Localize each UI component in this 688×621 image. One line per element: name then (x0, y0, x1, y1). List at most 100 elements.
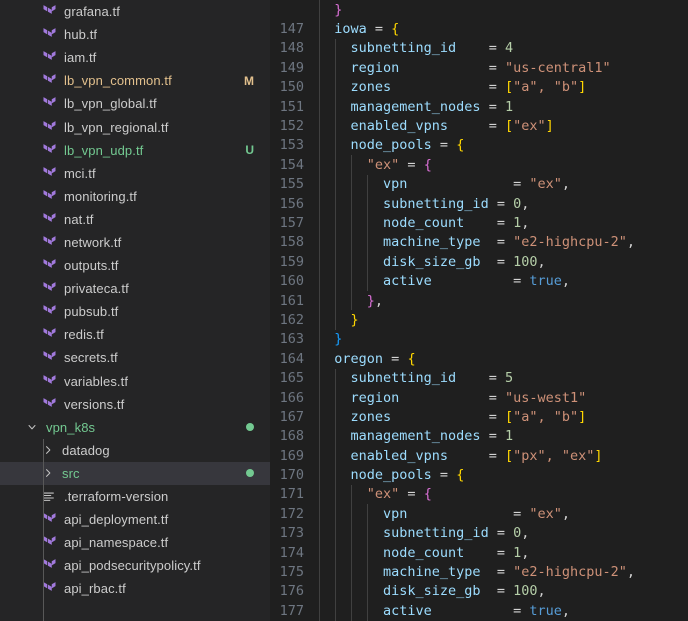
code-line[interactable]: 169 enabled_vpns = ["px", "ex"] (270, 446, 688, 465)
file-tree-item[interactable]: privateca.tf (0, 277, 270, 300)
file-tree-item[interactable]: lb_vpn_global.tf (0, 92, 270, 115)
code-line[interactable]: 173 subnetting_id = 0, (270, 524, 688, 543)
file-tree-item[interactable]: mci.tf (0, 162, 270, 185)
file-tree-item[interactable]: versions.tf (0, 393, 270, 416)
code-line[interactable]: 148 subnetting_id = 4 (270, 39, 688, 58)
code-line-text: } (318, 2, 688, 18)
folder-tree-item[interactable]: src (0, 461, 270, 485)
code-line[interactable]: 160 active = true, (270, 271, 688, 290)
code-line[interactable]: 163 } (270, 330, 688, 349)
code-line[interactable]: 174 node_count = 1, (270, 543, 688, 562)
folder-tree-item[interactable]: datadog (0, 439, 270, 462)
code-line[interactable]: 147 iowa = { (270, 19, 688, 38)
file-tree-item[interactable]: secrets.tf (0, 346, 270, 369)
line-number: 170 (279, 467, 304, 484)
file-tree-item[interactable]: iam.tf (0, 46, 270, 69)
code-token: = (399, 59, 505, 76)
code-line[interactable]: 151 management_nodes = 1 (270, 97, 688, 116)
code-line-text: node_pools = { (318, 467, 688, 483)
code-line[interactable]: } (270, 0, 688, 19)
code-content[interactable]: } 147 iowa = {148 subnetting_id = 4 149 re… (270, 0, 688, 621)
code-token: "e2-highcpu-2" (513, 564, 627, 581)
code-line[interactable]: 150 zones = ["a", "b"] (270, 78, 688, 97)
code-line[interactable]: 177 active = true, (270, 601, 688, 620)
code-line[interactable]: 154 "ex" = { (270, 155, 688, 174)
code-line[interactable]: 172 vpn = "ex", (270, 504, 688, 523)
code-token: "ex" (366, 486, 400, 503)
code-line[interactable]: 170 node_pools = { (270, 465, 688, 484)
code-token: "ex" (513, 118, 546, 135)
file-explorer-sidebar[interactable]: grafana.tf hub.tf iam.tf lb_vpn_common.tf Ml… (0, 0, 270, 621)
code-token: region (350, 59, 400, 76)
line-number: 149 (279, 59, 304, 76)
code-line[interactable]: 157 node_count = 1, (270, 213, 688, 232)
code-token: = (480, 564, 514, 581)
code-line-text: machine_type = "e2-highcpu-2", (318, 234, 688, 250)
code-token: = (399, 486, 424, 503)
code-line[interactable]: 152 enabled_vpns = ["ex"] (270, 116, 688, 135)
code-token: 100 (513, 583, 538, 600)
code-line[interactable]: 166 region = "us-west1" (270, 388, 688, 407)
file-tree-item[interactable]: api_namespace.tf (0, 531, 270, 554)
terraform-icon (40, 396, 58, 412)
file-tree-item[interactable]: network.tf (0, 231, 270, 254)
code-line[interactable]: 158 machine_type = "e2-highcpu-2", (270, 233, 688, 252)
code-line-text: disk_size_gb = 100, (318, 583, 688, 599)
code-line[interactable]: 155 vpn = "ex", (270, 175, 688, 194)
code-token: , (537, 583, 546, 600)
code-token: = (407, 176, 530, 193)
code-line[interactable]: 162 } (270, 310, 688, 329)
code-line[interactable]: 159 disk_size_gb = 100, (270, 252, 688, 271)
file-tree-item[interactable]: nat.tf (0, 208, 270, 231)
file-tree-item[interactable]: api_deployment.tf (0, 508, 270, 531)
code-line[interactable]: 161 }, (270, 291, 688, 310)
file-tree-item[interactable]: api_podsecuritypolicy.tf (0, 554, 270, 577)
code-token: = (407, 505, 530, 522)
file-tree-item-label: api_deployment.tf (64, 512, 169, 528)
file-tree-item[interactable]: grafana.tf (0, 0, 270, 23)
file-tree-item[interactable]: redis.tf (0, 323, 270, 346)
file-tree-item[interactable]: api_rbac.tf (0, 577, 270, 600)
code-line-text: zones = ["a", "b"] (318, 79, 688, 95)
code-line[interactable]: 171 "ex" = { (270, 485, 688, 504)
file-tree-item[interactable]: variables.tf (0, 370, 270, 393)
code-token: = (488, 525, 514, 542)
code-line-text: subnetting_id = 0, (318, 525, 688, 541)
code-line[interactable]: 176 disk_size_gb = 100, (270, 582, 688, 601)
code-line[interactable]: 164 oregon = { (270, 349, 688, 368)
file-tree-item[interactable]: hub.tf (0, 23, 270, 46)
line-number: 156 (279, 195, 304, 212)
folder-tree-item[interactable]: vpn_k8s (0, 416, 270, 439)
code-line[interactable]: 153 node_pools = { (270, 136, 688, 155)
code-editor[interactable]: } 147 iowa = {148 subnetting_id = 4 149 re… (270, 0, 688, 621)
file-tree-item[interactable]: lb_vpn_udp.tf U (0, 139, 270, 162)
code-token: management_nodes (350, 428, 481, 445)
code-line[interactable]: 149 region = "us-central1" (270, 58, 688, 77)
terraform-icon (40, 27, 58, 43)
terraform-icon (40, 327, 58, 343)
file-tree-item[interactable]: pubsub.tf (0, 300, 270, 323)
code-line[interactable]: 156 subnetting_id = 0, (270, 194, 688, 213)
file-tree-item[interactable]: monitoring.tf (0, 185, 270, 208)
code-line[interactable]: 167 zones = ["a", "b"] (270, 407, 688, 426)
code-line[interactable]: 165 subnetting_id = 5 (270, 368, 688, 387)
file-tree-item[interactable]: lb_vpn_regional.tf (0, 115, 270, 138)
code-line-text: region = "us-west1" (318, 390, 688, 406)
code-line[interactable]: 168 management_nodes = 1 (270, 427, 688, 446)
file-tree-item[interactable]: lb_vpn_common.tf M (0, 69, 270, 92)
chevron-down-icon[interactable] (24, 421, 40, 433)
file-tree-item[interactable]: outputs.tf (0, 254, 270, 277)
code-line[interactable]: 175 machine_type = "e2-highcpu-2", (270, 562, 688, 581)
file-tree-item[interactable]: .terraform-version (0, 485, 270, 508)
editor-indent-guide (367, 504, 369, 621)
line-number: 152 (279, 118, 304, 135)
file-tree[interactable]: grafana.tf hub.tf iam.tf lb_vpn_common.tf Ml… (0, 0, 270, 600)
code-token: = (488, 195, 514, 212)
git-status-badge: M (244, 73, 254, 88)
terraform-icon (40, 373, 58, 389)
file-tree-item-label: iam.tf (64, 50, 97, 66)
code-token: { (456, 467, 465, 484)
code-token: = (399, 156, 424, 173)
